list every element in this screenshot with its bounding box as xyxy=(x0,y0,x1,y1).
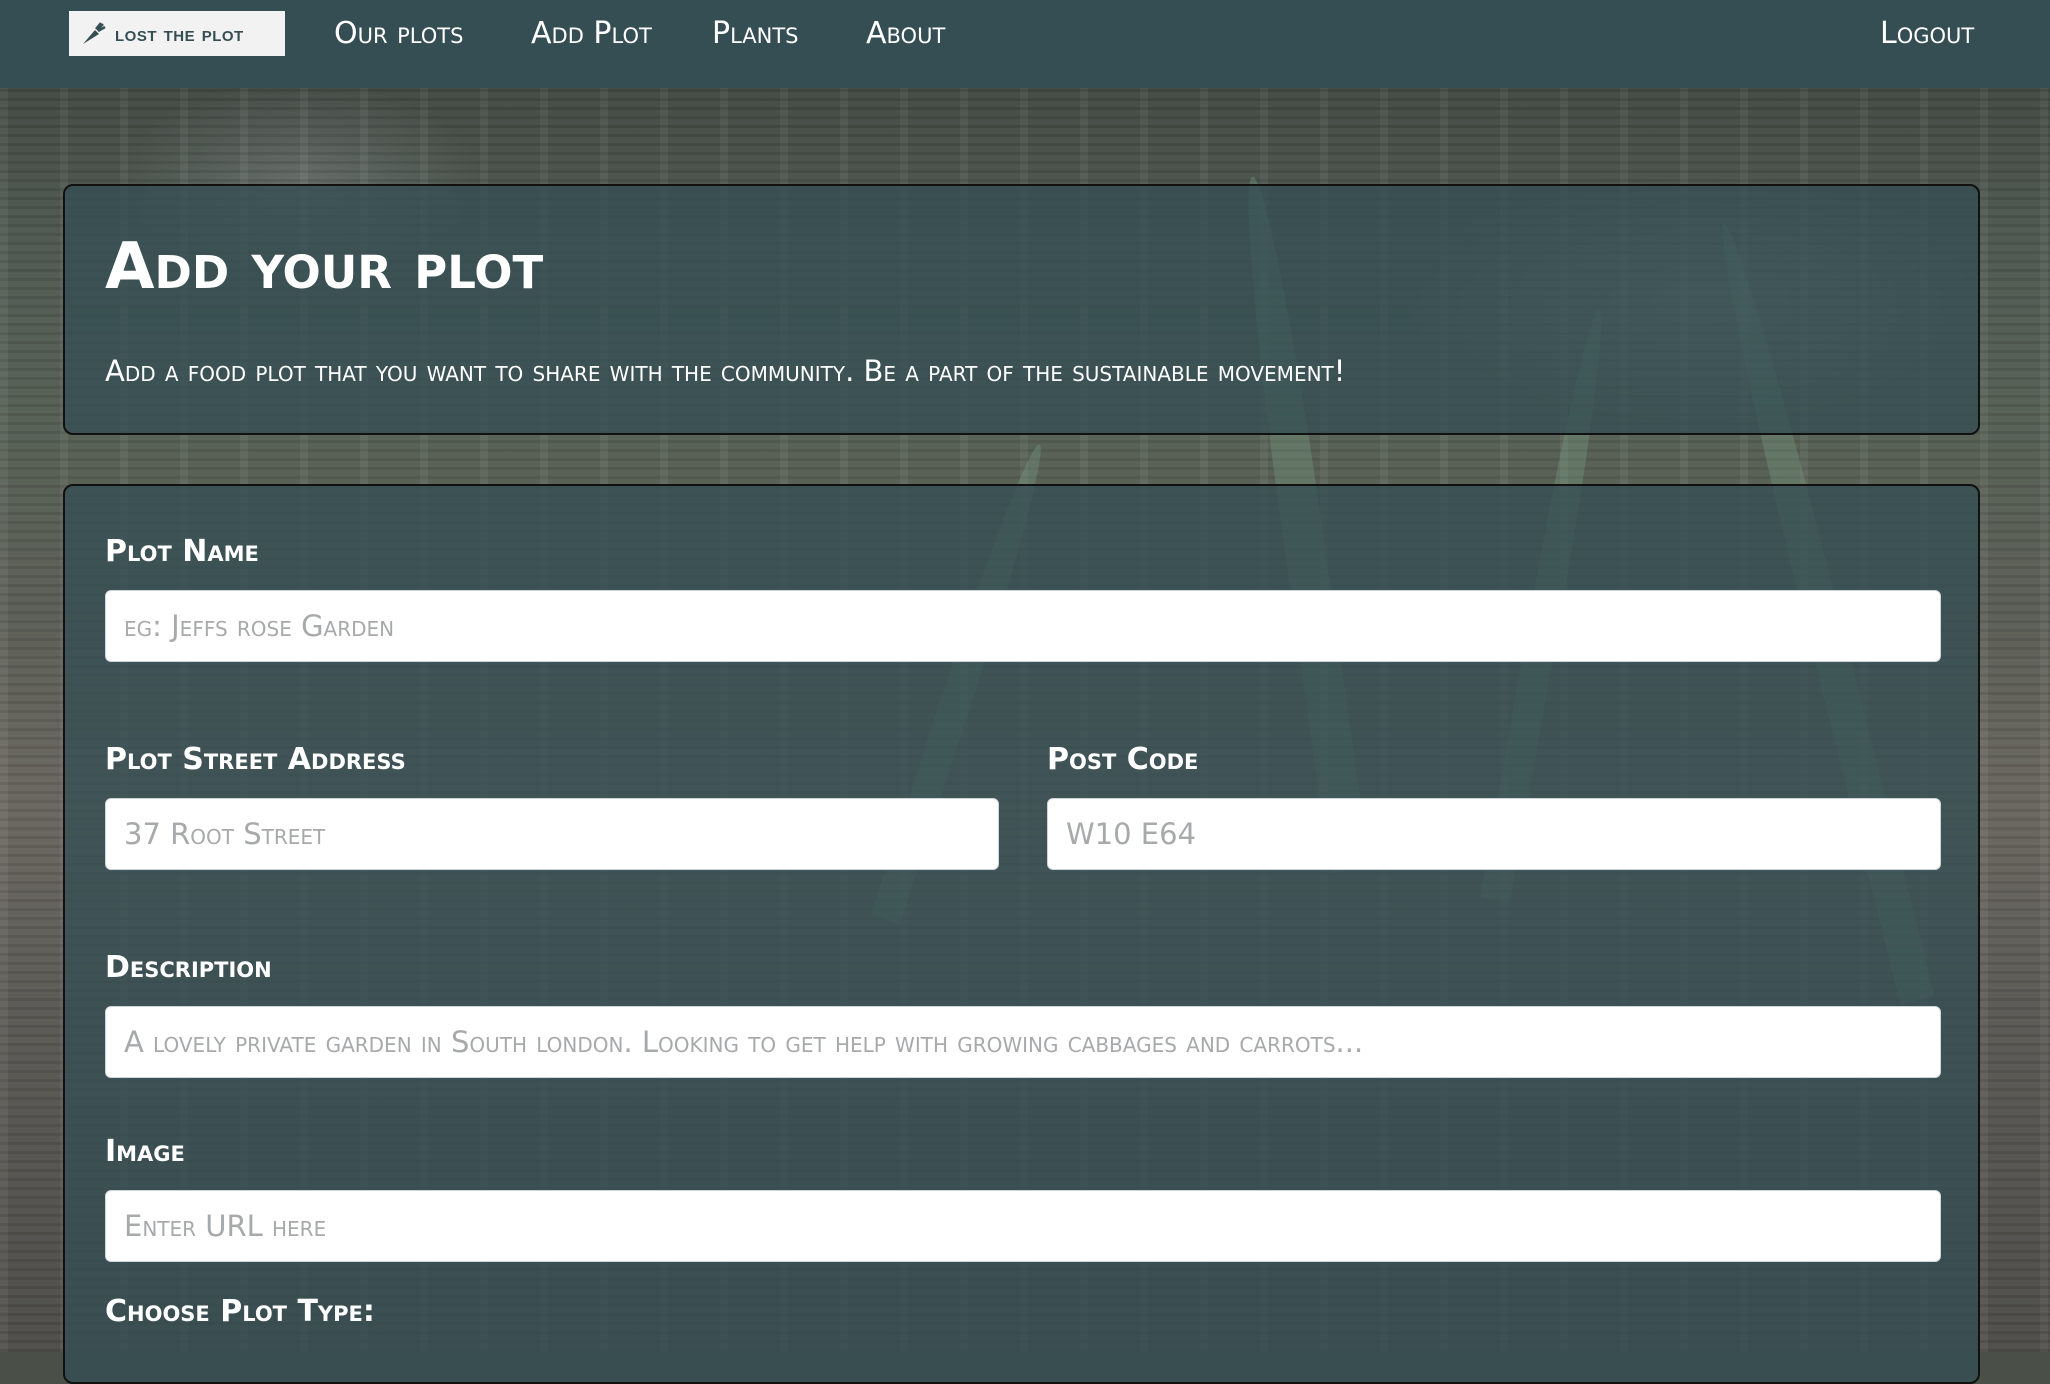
top-navbar: lost the plot Our plots Add Plot Plants … xyxy=(0,0,2050,88)
street-address-input[interactable] xyxy=(105,798,999,870)
plot-name-input[interactable] xyxy=(105,590,1941,662)
page-subtitle: Add a food plot that you want to share w… xyxy=(105,354,1346,388)
street-address-label: Plot Street Address xyxy=(105,742,406,777)
brand-name: lost the plot xyxy=(115,20,244,46)
plot-type-label: Choose Plot Type: xyxy=(105,1294,375,1329)
hero-panel: Add your plot Add a food plot that you w… xyxy=(63,184,1980,435)
page-title: Add your plot xyxy=(105,230,544,304)
description-label: Description xyxy=(105,950,272,985)
nav-about[interactable]: About xyxy=(866,16,945,51)
description-input[interactable] xyxy=(105,1006,1941,1078)
image-url-input[interactable] xyxy=(105,1190,1941,1262)
brand-logo[interactable]: lost the plot xyxy=(69,11,285,56)
image-label: Image xyxy=(105,1134,185,1169)
nav-logout[interactable]: Logout xyxy=(1880,16,1974,51)
nav-our-plots[interactable]: Our plots xyxy=(334,16,463,51)
plot-name-label: Plot Name xyxy=(105,534,259,569)
carrot-icon xyxy=(83,21,106,44)
post-code-label: Post Code xyxy=(1047,742,1199,777)
nav-plants[interactable]: Plants xyxy=(712,16,799,51)
add-plot-form: Plot Name Plot Street Address Post Code … xyxy=(63,484,1980,1384)
post-code-input[interactable] xyxy=(1047,798,1941,870)
nav-add-plot[interactable]: Add Plot xyxy=(531,16,652,51)
